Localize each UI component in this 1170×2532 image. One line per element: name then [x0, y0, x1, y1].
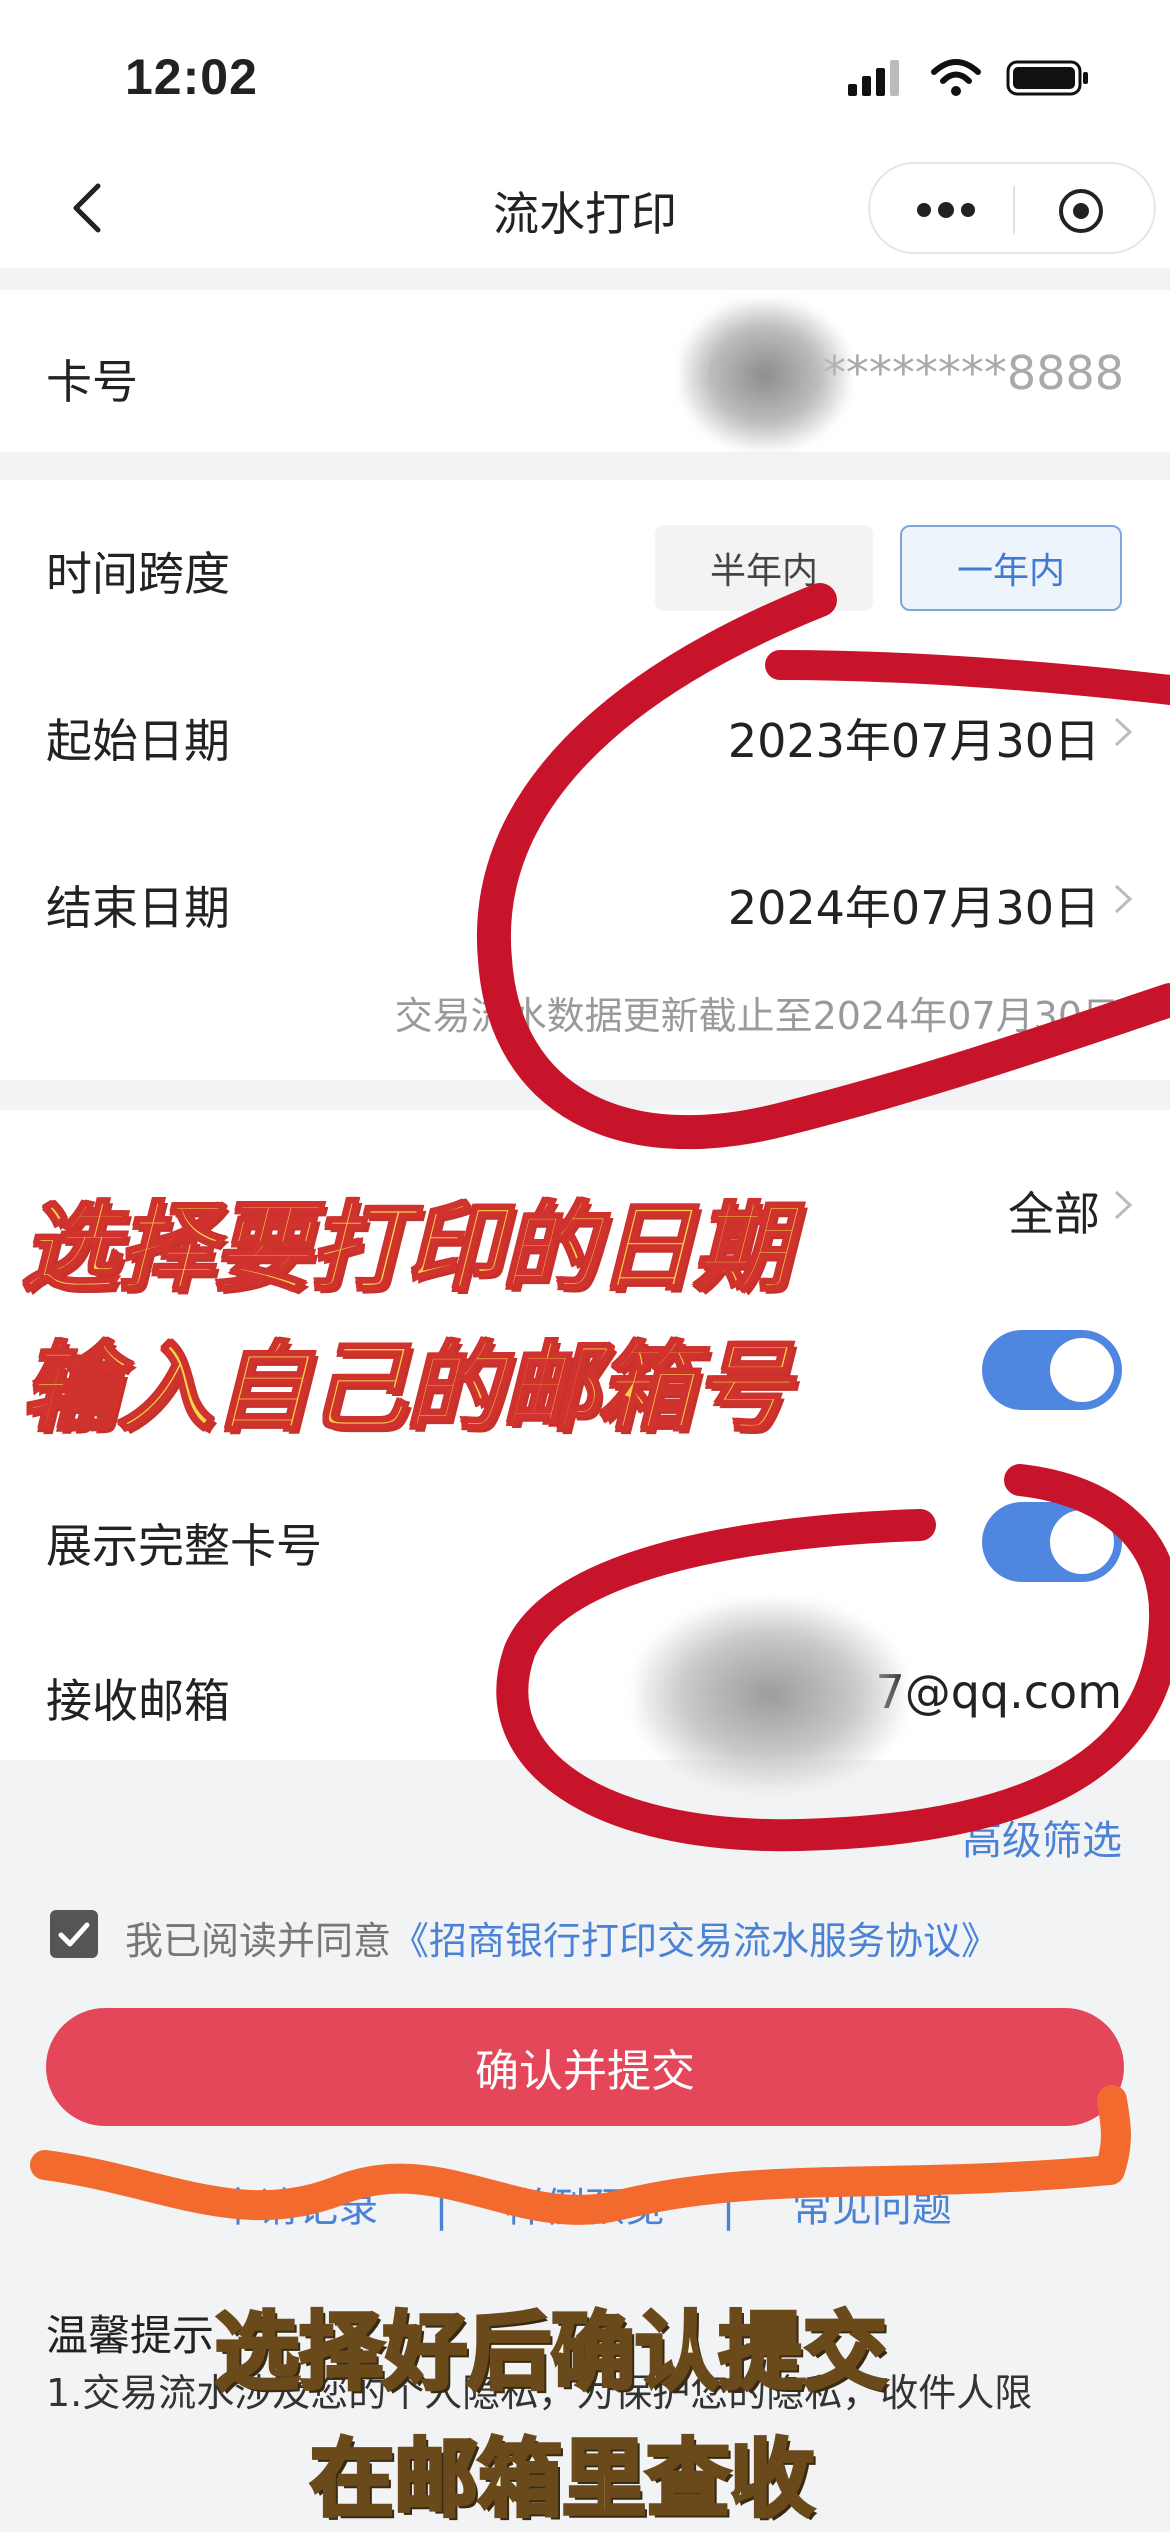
signal-icon	[848, 60, 899, 96]
target-icon[interactable]	[1056, 186, 1106, 236]
bottom-links: 申请记录 | 样例预览 | 常见问题	[0, 2175, 1170, 2233]
annotation-caption-1: 选择要打印的日期	[21, 1191, 792, 1306]
sample-preview-link[interactable]: 样例预览	[505, 2185, 665, 2231]
email-label: 接收邮箱	[46, 1674, 230, 1728]
email-redaction	[635, 1600, 905, 1790]
card-number-row: 卡号 6211********8888	[0, 290, 1170, 452]
end-date-value[interactable]: 2024年07月30日	[728, 872, 1100, 938]
submit-button[interactable]: 确认并提交	[46, 2008, 1124, 2126]
capsule-divider	[1013, 186, 1015, 234]
time-span-half-year[interactable]: 半年内	[655, 525, 873, 611]
tips-title: 温馨提示	[46, 2311, 215, 2360]
time-span-one-year[interactable]: 一年内	[900, 525, 1122, 611]
email-input[interactable]: 7@qq.com	[875, 1665, 1122, 1719]
chevron-right-icon	[1114, 717, 1133, 747]
end-date-label: 结束日期	[46, 881, 230, 935]
toggle-knob	[1050, 1338, 1114, 1402]
start-date-label: 起始日期	[46, 714, 230, 768]
option-toggle[interactable]	[982, 1330, 1122, 1410]
card-number-redaction	[680, 300, 850, 450]
chevron-right-icon	[1114, 1190, 1133, 1220]
show-full-card-label: 展示完整卡号	[46, 1519, 322, 1573]
link-separator: |	[721, 2185, 736, 2231]
agreement-link[interactable]: 《招商银行打印交易流水服务协议》	[391, 1919, 999, 1963]
nav-bar: 流水打印	[0, 150, 1170, 268]
annotation-caption-2: 输入自己的邮箱号	[21, 1331, 792, 1446]
apply-records-link[interactable]: 申请记录	[218, 2185, 378, 2231]
show-full-card-toggle[interactable]	[982, 1502, 1122, 1582]
agreement-text: 我已阅读并同意《招商银行打印交易流水服务协议》	[125, 1910, 999, 1965]
annotation-caption-4: 在邮箱里查收	[308, 2428, 816, 2530]
wifi-icon	[931, 59, 981, 96]
status-icons	[846, 58, 1090, 98]
advanced-filter-link[interactable]: 高级筛选	[962, 1808, 1122, 1866]
chevron-right-icon	[1114, 884, 1133, 914]
mini-program-capsule	[868, 162, 1156, 254]
transaction-type-value[interactable]: 全部	[1008, 1178, 1100, 1244]
status-bar: 12:02	[0, 0, 1170, 150]
link-separator: |	[434, 2185, 449, 2231]
agreement-checkbox[interactable]	[50, 1910, 98, 1958]
status-time: 12:02	[125, 49, 258, 105]
agreement-prefix: 我已阅读并同意	[125, 1919, 392, 1963]
time-span-label: 时间跨度	[46, 547, 230, 601]
checkmark-icon	[58, 1922, 90, 1947]
card-number-label: 卡号	[46, 355, 138, 409]
start-date-value[interactable]: 2023年07月30日	[728, 705, 1100, 771]
annotation-caption-3: 选择好后确认提交	[213, 2301, 889, 2403]
faq-link[interactable]: 常见问题	[792, 2185, 952, 2231]
battery-icon	[1006, 60, 1088, 96]
toggle-knob	[1050, 1510, 1114, 1574]
update-note: 交易流水数据更新截止至2024年07月30日	[394, 994, 1120, 1038]
more-dots-icon[interactable]	[916, 192, 976, 228]
